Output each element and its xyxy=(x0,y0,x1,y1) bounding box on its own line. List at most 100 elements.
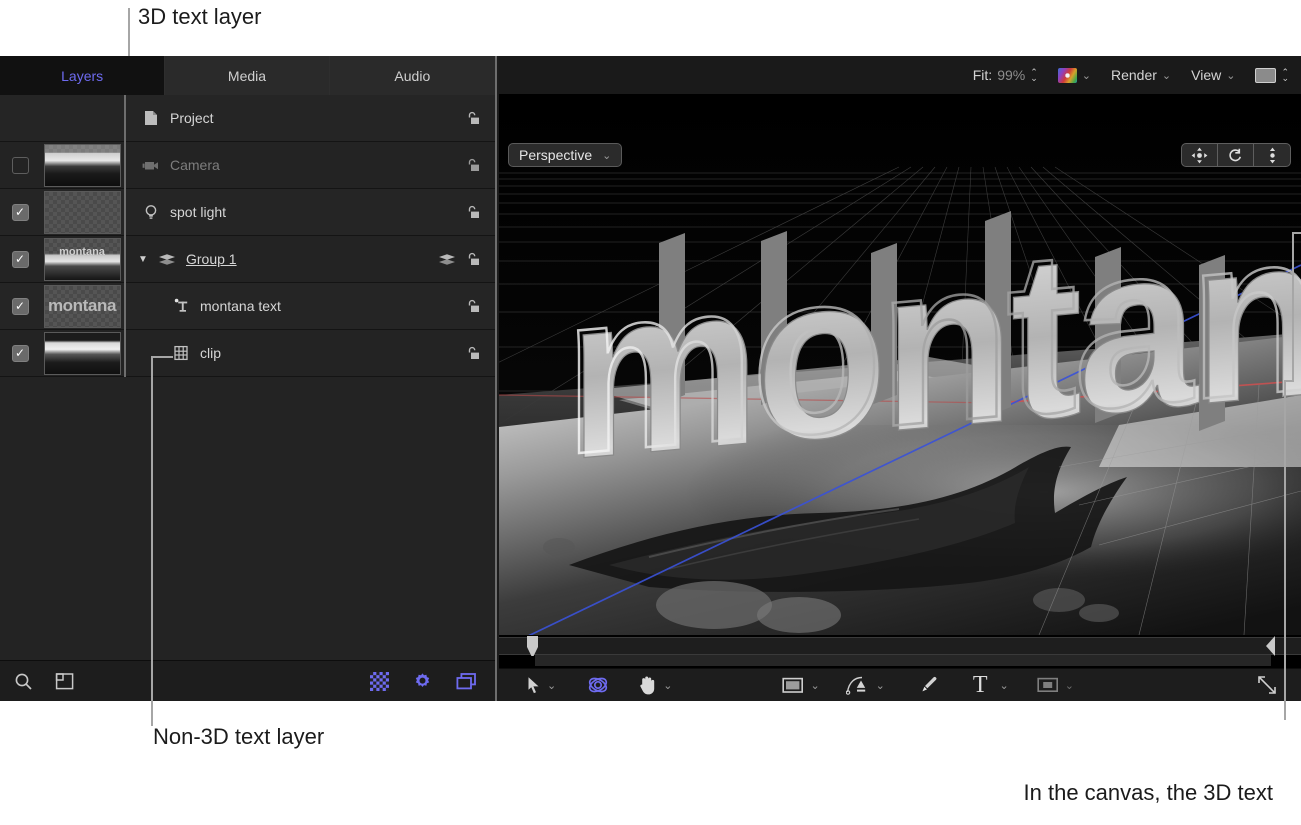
dolly-view-button[interactable] xyxy=(1254,144,1290,166)
chevron-down-icon[interactable]: ⌄ xyxy=(876,679,885,692)
unlock-icon[interactable] xyxy=(466,298,481,314)
chevron-down-icon[interactable]: ⌄ xyxy=(1065,679,1074,692)
3d-text-icon xyxy=(170,297,192,315)
fullscreen-tool[interactable] xyxy=(1257,675,1277,695)
table-row[interactable]: ✓ clip xyxy=(0,330,495,377)
tab-media-label: Media xyxy=(228,68,266,84)
canvas-timebar[interactable] xyxy=(499,635,1301,668)
row-checkbox-cell[interactable]: ✓ xyxy=(0,345,40,362)
layer-thumbnail: montana xyxy=(44,238,121,281)
row-name-cell: ▼ Group 1 xyxy=(124,236,495,283)
row-lock-cell[interactable] xyxy=(466,298,481,314)
row-lock-cell[interactable] xyxy=(466,157,481,173)
visibility-checkbox[interactable]: ✓ xyxy=(12,298,29,315)
background-control[interactable]: ⌃⌄ xyxy=(1255,68,1289,83)
paint-tool[interactable] xyxy=(919,675,939,695)
canvas-viewport[interactable]: montana montana Perspective ⌄ xyxy=(499,95,1301,668)
view-angle-dropdown[interactable]: Perspective ⌄ xyxy=(508,143,622,167)
unlock-icon[interactable] xyxy=(466,157,481,173)
layer-name: montana text xyxy=(200,298,281,314)
visibility-checkbox[interactable]: ✓ xyxy=(12,204,29,221)
search-icon[interactable] xyxy=(14,672,33,691)
unlock-icon[interactable] xyxy=(466,110,481,126)
unlock-icon[interactable] xyxy=(466,251,481,267)
render-menu[interactable]: Render ⌄ xyxy=(1111,67,1171,83)
unlock-icon[interactable] xyxy=(466,345,481,361)
view-angle-label: Perspective xyxy=(519,147,592,163)
canvas-bottom-toolbar: ⌄ ⌄ ⌄ xyxy=(499,668,1301,701)
chevron-down-icon[interactable]: ⌄ xyxy=(1082,69,1091,82)
tab-layers[interactable]: Layers xyxy=(0,56,165,95)
chevron-down-icon[interactable]: ⌄ xyxy=(1000,679,1009,692)
visibility-checkbox[interactable]: ✓ xyxy=(12,345,29,362)
layer-name: Project xyxy=(170,110,214,126)
layer-name: Group 1 xyxy=(186,251,237,267)
chevron-down-icon[interactable]: ⌄ xyxy=(602,149,611,162)
orbit-view-button[interactable] xyxy=(1218,144,1254,166)
light-icon xyxy=(140,204,162,221)
chevron-down-icon[interactable]: ⌄ xyxy=(547,679,556,692)
chevron-down-icon[interactable]: ⌄ xyxy=(1162,69,1171,82)
background-swatch-icon xyxy=(1255,68,1276,83)
select-tool[interactable]: ⌄ xyxy=(527,676,556,694)
add-behavior-icon[interactable] xyxy=(55,672,75,691)
table-row[interactable]: ✓ Camera xyxy=(0,142,495,189)
pan-view-button[interactable] xyxy=(1182,144,1218,166)
row-thumbnail-cell xyxy=(40,332,124,375)
checkerboard-icon[interactable] xyxy=(370,672,389,691)
unlock-icon[interactable] xyxy=(466,204,481,220)
callout-canvas-explanation: In the canvas, the 3D text layer appears… xyxy=(948,720,1273,825)
text-tool[interactable]: T ⌄ xyxy=(973,673,1009,697)
tab-media[interactable]: Media xyxy=(165,56,329,95)
chevron-down-icon[interactable]: ⌄ xyxy=(663,679,672,692)
leader-canvas-3d-vertical xyxy=(1292,232,1294,382)
3d-transform-tool[interactable] xyxy=(586,674,610,696)
stepper-icon[interactable]: ⌃⌄ xyxy=(1030,69,1038,81)
gear-icon[interactable] xyxy=(413,672,432,691)
3d-scene: montana montana xyxy=(499,95,1301,668)
layer-rows: Project ✓ xyxy=(0,95,495,660)
stepper-icon[interactable]: ⌃⌄ xyxy=(1281,69,1289,81)
visibility-checkbox[interactable]: ✓ xyxy=(12,157,29,174)
chevron-down-icon[interactable]: ⌄ xyxy=(1226,69,1235,82)
layer-thumbnail: montana xyxy=(44,285,121,328)
row-checkbox-cell[interactable]: ✓ xyxy=(0,298,40,315)
motion-app-window: Layers Media Audio xyxy=(0,56,1301,701)
document-icon xyxy=(140,110,162,126)
callout-line-1: In the canvas, the 3D text xyxy=(948,778,1273,807)
shape-tool[interactable]: ⌄ xyxy=(782,677,819,694)
camera-icon xyxy=(140,159,162,172)
table-row[interactable]: Project xyxy=(0,95,495,142)
row-lock-cell[interactable] xyxy=(466,110,481,126)
layers-stack-icon[interactable] xyxy=(456,672,477,691)
table-row[interactable]: ✓ spot light xyxy=(0,189,495,236)
view-menu[interactable]: View ⌄ xyxy=(1191,67,1235,83)
row-checkbox-cell[interactable]: ✓ xyxy=(0,204,40,221)
tab-audio[interactable]: Audio xyxy=(330,56,495,95)
table-row[interactable]: ✓ montana ▼ Group 1 xyxy=(0,236,495,283)
render-label: Render xyxy=(1111,67,1157,83)
visibility-checkbox[interactable]: ✓ xyxy=(12,251,29,268)
mask-tool[interactable]: ⌄ xyxy=(1037,677,1074,693)
leader-canvas-3d-horizontal xyxy=(1292,232,1301,234)
chevron-down-icon[interactable]: ▼ xyxy=(138,254,154,265)
row-lock-cell[interactable] xyxy=(466,345,481,361)
row-checkbox-cell[interactable]: ✓ xyxy=(0,157,40,174)
row-lock-cell[interactable] xyxy=(438,251,481,267)
bezier-tool[interactable]: ⌄ xyxy=(846,675,885,696)
row-checkbox-cell[interactable]: ✓ xyxy=(0,251,40,268)
view-label: View xyxy=(1191,67,1221,83)
tab-audio-label: Audio xyxy=(394,68,430,84)
row-lock-cell[interactable] xyxy=(466,204,481,220)
table-row[interactable]: ✓ montana xyxy=(0,283,495,330)
color-channel-control[interactable]: ⌄ xyxy=(1058,68,1091,83)
chevron-down-icon[interactable]: ⌄ xyxy=(810,679,819,692)
view-controls-group xyxy=(1181,143,1291,167)
timebar-range[interactable] xyxy=(535,655,1271,666)
row-thumbnail-cell: montana xyxy=(40,285,124,328)
pan-tool[interactable]: ⌄ xyxy=(638,675,672,695)
group-icon xyxy=(156,253,178,266)
group-stack-icon[interactable] xyxy=(438,253,456,266)
timebar-track[interactable] xyxy=(499,637,1301,655)
fit-zoom-control[interactable]: Fit: 99% ⌃⌄ xyxy=(973,67,1038,83)
